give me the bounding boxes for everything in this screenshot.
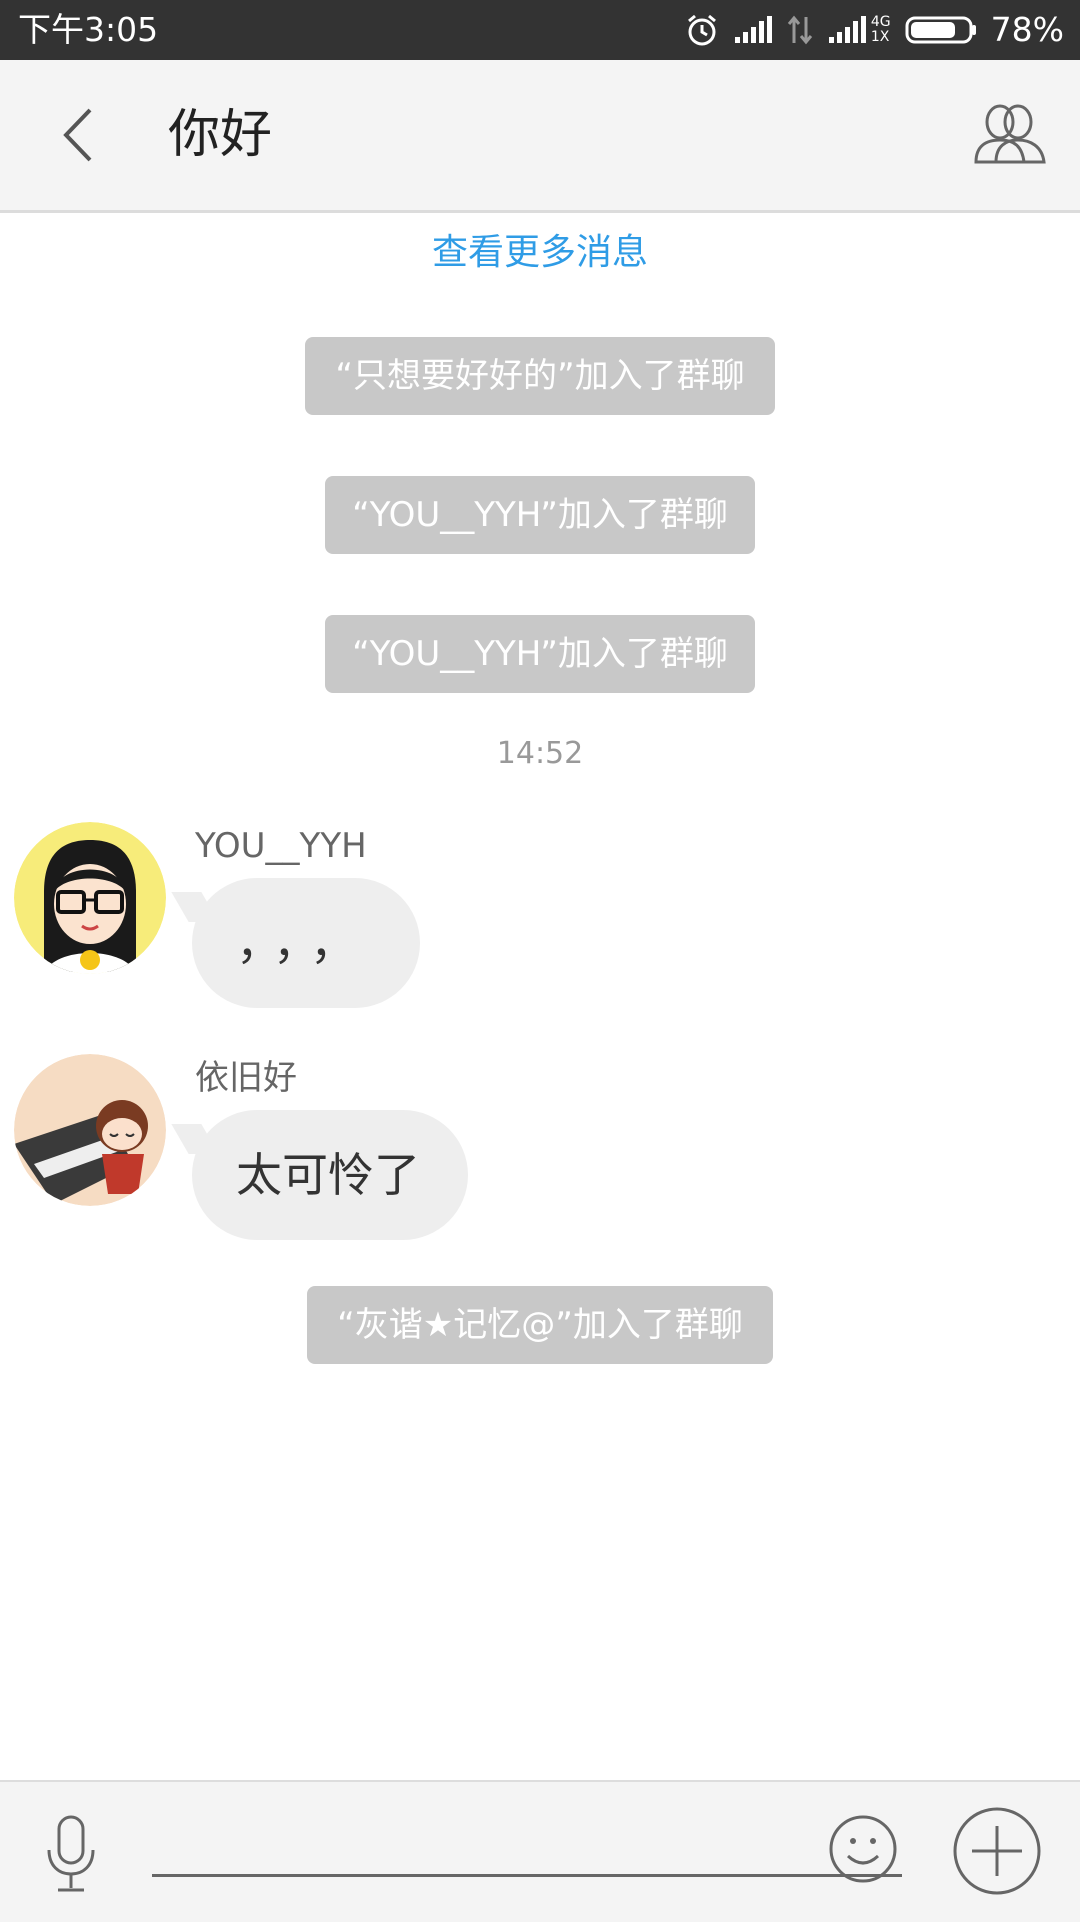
status-icons: 4G 1X 78% xyxy=(671,0,1064,60)
message-timestamp: 14:52 xyxy=(496,736,584,771)
network-sub-label: 1X xyxy=(870,29,890,45)
cartoon-girl-glasses-avatar xyxy=(14,822,166,974)
message-row: 依旧好 太可怜了 xyxy=(0,1052,1080,1252)
battery-icon xyxy=(905,15,977,45)
message-bubble[interactable]: 太可怜了 xyxy=(192,1110,468,1240)
chat-header: 你好 xyxy=(0,60,1080,213)
message-input[interactable] xyxy=(152,1812,902,1877)
sender-name: YOU__YYH xyxy=(195,826,367,866)
sender-avatar[interactable] xyxy=(14,1054,166,1206)
chat-title: 你好 xyxy=(168,105,273,165)
message-bubble[interactable]: ，，， xyxy=(192,878,420,1008)
system-message-join: “YOU__YYH”加入了群聊 xyxy=(325,476,755,554)
emoji-button[interactable] xyxy=(828,1814,898,1884)
plus-icon xyxy=(953,1807,1041,1895)
input-bar xyxy=(0,1780,1080,1922)
chevron-left-icon xyxy=(63,108,92,162)
signal-4g-icon: 4G 1X xyxy=(827,15,891,45)
message-row: YOU__YYH ，，， xyxy=(0,820,1080,1020)
cartoon-piano-avatar xyxy=(14,1054,166,1206)
status-time: 下午3:05 xyxy=(18,10,159,49)
sender-name: 依旧好 xyxy=(195,1058,297,1098)
status-bar: 下午3:05 4G 1X 78% xyxy=(0,0,1080,60)
group-members-button[interactable] xyxy=(970,98,1050,170)
system-message-join: “YOU__YYH”加入了群聊 xyxy=(325,615,755,693)
group-members-icon xyxy=(974,104,1046,164)
sender-avatar[interactable] xyxy=(14,822,166,974)
load-more-messages-link[interactable]: 查看更多消息 xyxy=(0,228,1080,278)
emoji-icon xyxy=(829,1815,897,1883)
microphone-icon xyxy=(47,1815,95,1892)
alarm-icon xyxy=(685,13,719,47)
battery-percent: 78% xyxy=(990,10,1064,49)
data-arrows-icon xyxy=(787,15,813,45)
system-message-join: “只想要好好的”加入了群聊 xyxy=(305,337,775,415)
voice-button[interactable] xyxy=(42,1814,100,1894)
system-message-join: “灰谐★记忆@”加入了群聊 xyxy=(307,1286,773,1364)
back-button[interactable] xyxy=(50,100,110,170)
more-actions-button[interactable] xyxy=(952,1806,1042,1896)
signal-icon xyxy=(733,15,773,45)
network-type-label: 4G xyxy=(870,14,891,30)
